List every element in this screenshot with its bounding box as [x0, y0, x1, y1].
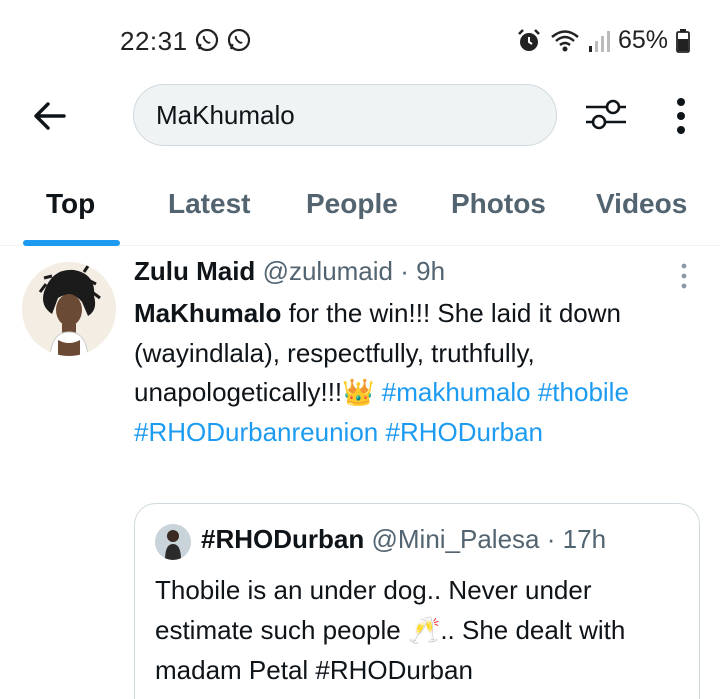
- champagne-emoji: 🥂: [407, 615, 441, 645]
- author-name[interactable]: Zulu Maid: [134, 256, 255, 286]
- quoted-separator-dot: ·: [546, 524, 556, 554]
- author-handle[interactable]: @zulumaid: [263, 256, 393, 286]
- quoted-hashtag: #RHODurban: [315, 655, 473, 685]
- search-tabs: Top Latest People Photos Videos: [0, 170, 720, 246]
- active-tab-indicator: [23, 240, 120, 246]
- hashtag-rhodurbanreunion[interactable]: #RHODurbanreunion: [134, 417, 378, 447]
- tab-latest[interactable]: Latest: [168, 188, 250, 220]
- tab-videos[interactable]: Videos: [596, 188, 687, 220]
- battery-percent: 65%: [617, 26, 668, 54]
- tab-people[interactable]: People: [306, 188, 398, 220]
- quoted-author-handle: @Mini_Palesa: [371, 524, 540, 554]
- quoted-avatar: [155, 524, 191, 560]
- hashtag-thobile[interactable]: #thobile: [538, 377, 629, 407]
- back-arrow-icon[interactable]: [30, 96, 70, 136]
- quoted-header: #RHODurban @Mini_Palesa · 17h: [201, 524, 606, 555]
- tweet-text: MaKhumalo for the win!!! She laid it dow…: [134, 294, 714, 452]
- quoted-avatar-image: [155, 524, 191, 560]
- search-highlight: MaKhumalo: [134, 298, 282, 328]
- avatar-illustration: [22, 262, 116, 356]
- battery-icon: [676, 28, 690, 53]
- avatar[interactable]: [22, 262, 116, 356]
- filter-settings-icon[interactable]: [584, 94, 628, 134]
- hashtag-makhumalo[interactable]: #makhumalo: [382, 377, 531, 407]
- tweet-more-icon[interactable]: [678, 262, 690, 292]
- status-icons: 65%: [516, 26, 690, 55]
- crown-emoji: 👑: [342, 377, 375, 407]
- whatsapp-icon: [195, 28, 219, 52]
- search-query: MaKhumalo: [156, 99, 295, 130]
- status-bar: 22:31 65%: [0, 0, 720, 80]
- tab-top[interactable]: Top: [46, 188, 95, 220]
- quoted-tweet[interactable]: #RHODurban @Mini_Palesa · 17h Thobile is…: [134, 503, 700, 699]
- tab-photos[interactable]: Photos: [451, 188, 546, 220]
- tweet-time[interactable]: 9h: [416, 256, 445, 286]
- hashtag-rhodurban[interactable]: #RHODurban: [385, 417, 543, 447]
- quoted-time: 17h: [562, 524, 607, 554]
- status-time: 22:31: [120, 26, 188, 56]
- whatsapp-icon: [227, 28, 251, 52]
- search-input[interactable]: MaKhumalo: [133, 84, 557, 146]
- wifi-icon: [551, 29, 579, 51]
- signal-icon: [588, 30, 610, 52]
- separator-dot: ·: [400, 256, 409, 286]
- alarm-icon: [518, 28, 540, 51]
- more-options-icon[interactable]: [668, 96, 694, 136]
- quoted-text: Thobile is an under dog.. Never under es…: [155, 570, 675, 690]
- quoted-author-name: #RHODurban: [201, 524, 365, 554]
- tweet-header: Zulu Maid @zulumaid · 9h: [134, 256, 445, 287]
